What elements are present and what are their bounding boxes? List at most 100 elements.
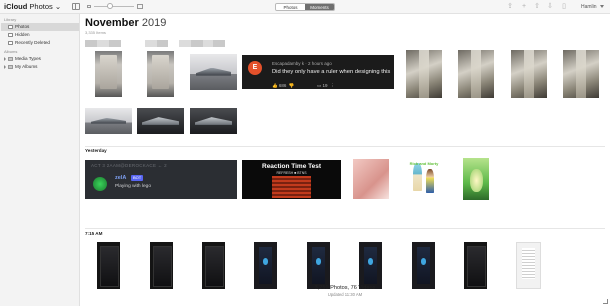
photo-grid: November 2019 3,335 Items E Escapadamby … [80, 14, 610, 306]
chevron-down-icon: ⌄ [54, 2, 62, 11]
section-divider [85, 228, 605, 229]
avatar [93, 177, 107, 191]
sidebar-item-label: My Albums [15, 64, 38, 69]
upload-icon[interactable]: ⇪ [506, 3, 514, 11]
item-count: 3,335 Items [85, 30, 106, 35]
photo-thumbnail[interactable] [359, 242, 382, 289]
sidebar-toggle-icon[interactable] [72, 3, 80, 10]
folder-icon [8, 65, 13, 69]
placeholder-thumb [157, 40, 168, 47]
sidebar-item-recently-deleted[interactable]: Recently Deleted [1, 39, 79, 47]
photo-thumbnail[interactable] [458, 50, 494, 98]
sidebar-item-photos[interactable]: Photos [1, 23, 79, 31]
sidebar-item-label: Media Types [15, 56, 41, 61]
rick-logo-text: Rick and Morty [409, 160, 439, 166]
photo-thumbnail[interactable] [97, 242, 120, 289]
add-icon[interactable]: + [520, 3, 528, 11]
photo-thumbnail[interactable] [516, 242, 541, 289]
sidebar: Library Photos Hidden Recently Deleted A… [0, 14, 80, 306]
placeholder-thumb [145, 40, 157, 47]
zoom-slider-thumb[interactable] [107, 3, 113, 9]
photo-thumbnail[interactable] [202, 242, 225, 289]
page-title: November 2019 [85, 17, 166, 29]
bot-badge: BOT [131, 175, 144, 181]
photo-thumbnail[interactable] [137, 108, 184, 134]
photo-thumbnail[interactable] [95, 51, 122, 97]
hidden-icon [8, 33, 13, 37]
year-label: 2019 [141, 17, 167, 29]
sidebar-item-label: Hidden [15, 32, 30, 37]
photo-thumbnail[interactable]: Rick and Morty [406, 159, 442, 199]
chevron-right-icon[interactable] [4, 57, 6, 61]
reaction-table [271, 176, 312, 198]
sidebar-item-label: Recently Deleted [15, 40, 50, 45]
app-title-brand: iCloud [4, 2, 28, 11]
photo-thumbnail[interactable] [85, 108, 132, 134]
chevron-right-icon[interactable] [4, 65, 6, 69]
comment-text: Did they only have a ruler when designin… [272, 69, 391, 75]
folder-icon [8, 57, 13, 61]
section-header: Yesterday [85, 148, 107, 153]
comment-author: Escapadamby k · 2 hours ago [272, 61, 332, 66]
reply-count-value: 19 [322, 83, 328, 88]
youtube-comment-screenshot[interactable]: E Escapadamby k · 2 hours ago Did they o… [242, 55, 394, 89]
user-menu[interactable]: Hamlin [581, 4, 603, 10]
sidebar-item-label: Photos [15, 24, 30, 29]
placeholder-thumb [85, 40, 97, 47]
placeholder-thumb [179, 40, 191, 47]
photo-thumbnail[interactable] [511, 50, 547, 98]
reaction-test-screenshot[interactable]: Reaction Time Test REFRESH ■ BTNS [242, 160, 341, 199]
photo-thumbnail[interactable] [464, 242, 487, 289]
section-divider [85, 146, 605, 147]
share-icon[interactable]: ⇧ [533, 3, 541, 11]
photo-thumbnail[interactable] [254, 242, 277, 289]
zoom-slider[interactable] [94, 6, 134, 7]
photo-thumbnail[interactable] [190, 54, 237, 90]
placeholder-thumb [203, 40, 213, 47]
like-count: 👍 686 👎 [272, 83, 295, 88]
photo-thumbnail[interactable] [307, 242, 330, 289]
discord-screenshot[interactable]: ACT 3 2AAM@DEROCKACE ← 2 zelA BOT Playin… [85, 160, 237, 199]
photo-thumbnail[interactable] [563, 50, 599, 98]
photo-thumbnail[interactable] [406, 50, 442, 98]
reaction-title: Reaction Time Test [262, 163, 321, 170]
trash-icon[interactable]: ▯ [560, 3, 568, 11]
top-toolbar: iCloud Photos ⌄ Photos Moments ⇪ + ⇧ ⇩ ▯… [0, 0, 610, 14]
app-title[interactable]: iCloud Photos ⌄ [4, 2, 61, 11]
discord-header-text: ACT 3 2AAM@DEROCKACE ← 2 [91, 163, 167, 168]
sidebar-item-hidden[interactable]: Hidden [1, 31, 79, 39]
discord-username: zelA [115, 175, 127, 181]
resize-grip-icon[interactable] [603, 299, 608, 304]
library-total-count: 3,259 Photos, 76 Videos [314, 285, 376, 291]
zoom-out-icon[interactable] [87, 5, 91, 8]
photo-thumbnail[interactable] [150, 242, 173, 289]
photo-thumbnail[interactable] [353, 159, 389, 199]
segment-moments[interactable]: Moments [305, 4, 334, 10]
month-label: November [85, 17, 139, 29]
placeholder-thumb [213, 40, 225, 47]
sidebar-item-my-albums[interactable]: My Albums [1, 63, 79, 71]
photos-icon [8, 25, 13, 29]
placeholder-thumb [109, 40, 121, 47]
like-count-value: 686 [278, 83, 287, 88]
view-segmented-control: Photos Moments [275, 3, 335, 11]
download-icon[interactable]: ⇩ [546, 3, 554, 11]
placeholder-thumb [191, 40, 203, 47]
zoom-in-icon[interactable] [137, 4, 143, 9]
photo-thumbnail[interactable] [190, 108, 237, 134]
trash-icon [8, 41, 13, 45]
sidebar-heading-albums: Albums [4, 49, 18, 54]
placeholder-thumb [97, 40, 109, 47]
segment-photos[interactable]: Photos [276, 4, 305, 10]
app-title-name: Photos [27, 2, 53, 11]
last-updated-label: Updated 11:30 AM [327, 292, 363, 297]
photo-thumbnail[interactable] [147, 51, 174, 97]
sidebar-heading-library: Library [4, 17, 17, 22]
reply-count: ▭ 19 ⋮ [317, 83, 335, 88]
sidebar-item-media-types[interactable]: Media Types [1, 55, 79, 63]
photo-thumbnail[interactable] [463, 158, 489, 200]
avatar: E [248, 61, 262, 75]
section-header: 7:15 AM [85, 231, 103, 236]
discord-status: Playing with lego [115, 184, 151, 189]
photo-thumbnail[interactable] [412, 242, 435, 289]
